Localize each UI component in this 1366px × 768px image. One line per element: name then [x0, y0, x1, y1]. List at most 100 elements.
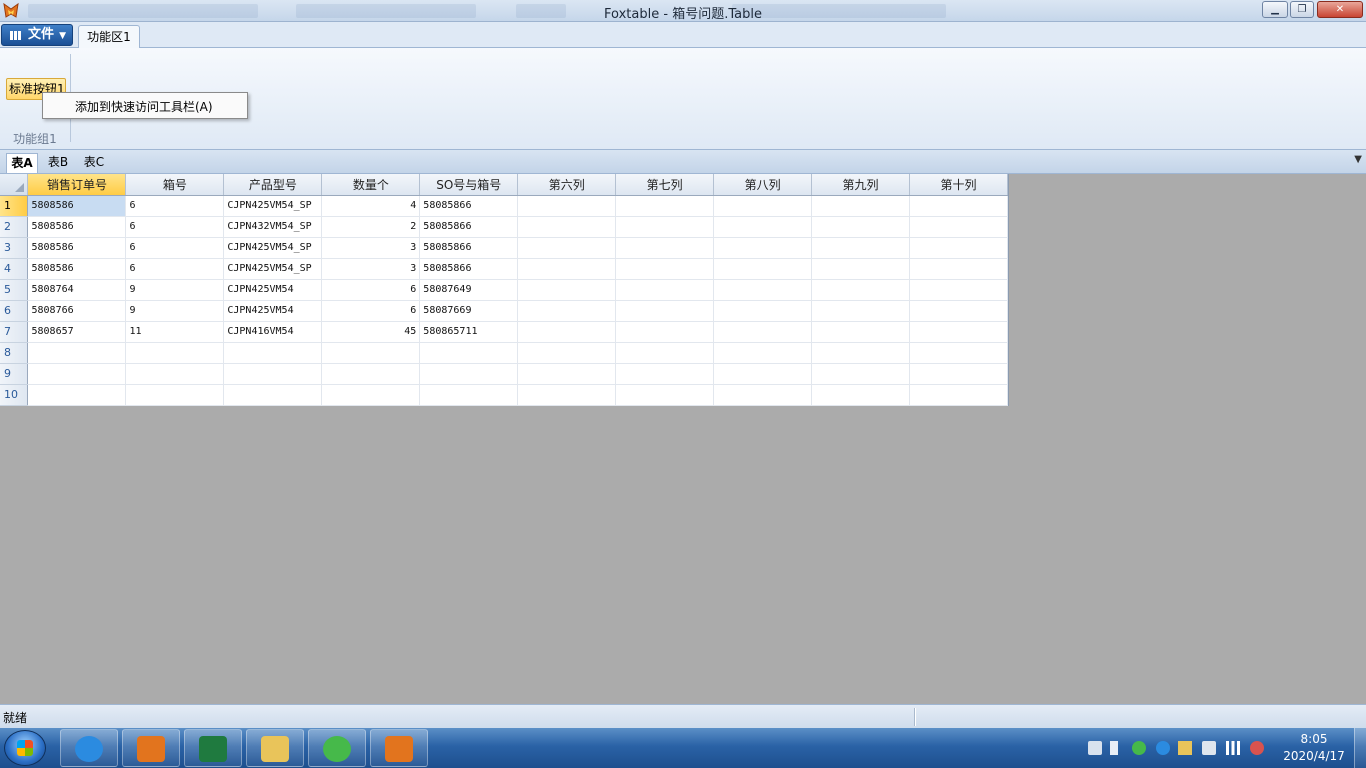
- table-cell[interactable]: [321, 342, 421, 364]
- table-cell[interactable]: [615, 195, 715, 217]
- row-number[interactable]: 10: [0, 384, 29, 406]
- table-cell[interactable]: 5808586: [27, 258, 127, 280]
- table-cell[interactable]: [517, 237, 617, 259]
- row-number[interactable]: 9: [0, 363, 29, 385]
- table-cell[interactable]: [615, 279, 715, 301]
- ribbon-tab-1[interactable]: 功能区1: [78, 25, 140, 49]
- table-cell[interactable]: 6: [321, 279, 421, 301]
- table-cell[interactable]: 580865711: [419, 321, 519, 343]
- table-cell[interactable]: [811, 237, 911, 259]
- table-cell[interactable]: CJPN425VM54: [223, 300, 323, 322]
- table-cell[interactable]: [615, 363, 715, 385]
- table-cell[interactable]: CJPN425VM54_SP: [223, 195, 323, 217]
- table-cell[interactable]: 2: [321, 216, 421, 238]
- minimize-button[interactable]: ▁: [1262, 1, 1288, 18]
- table-cell[interactable]: [125, 363, 225, 385]
- table-cell[interactable]: [517, 258, 617, 280]
- table-cell[interactable]: 5808764: [27, 279, 127, 301]
- table-cell[interactable]: [811, 279, 911, 301]
- table-cell[interactable]: [27, 363, 127, 385]
- taskbar-app-button[interactable]: [122, 729, 180, 767]
- table-cell[interactable]: 6: [321, 300, 421, 322]
- column-header[interactable]: 第七列: [615, 174, 715, 196]
- table-cell[interactable]: [615, 258, 715, 280]
- table-cell[interactable]: [517, 195, 617, 217]
- row-number[interactable]: 5: [0, 279, 29, 301]
- table-cell[interactable]: [517, 216, 617, 238]
- table-cell[interactable]: [615, 321, 715, 343]
- table-cell[interactable]: [517, 384, 617, 406]
- sheet-tab-a[interactable]: 表A: [6, 153, 38, 173]
- table-cell[interactable]: CJPN416VM54: [223, 321, 323, 343]
- table-cell[interactable]: [909, 321, 1008, 343]
- row-number[interactable]: 6: [0, 300, 29, 322]
- maximize-button[interactable]: ❐: [1290, 1, 1314, 18]
- column-header[interactable]: 第十列: [909, 174, 1008, 196]
- table-cell[interactable]: 58087669: [419, 300, 519, 322]
- table-cell[interactable]: [615, 384, 715, 406]
- table-cell[interactable]: [223, 363, 323, 385]
- table-cell[interactable]: [909, 342, 1008, 364]
- table-cell[interactable]: [811, 195, 911, 217]
- column-header[interactable]: 第八列: [713, 174, 813, 196]
- table-cell[interactable]: [909, 195, 1008, 217]
- network-signal-icon[interactable]: [1226, 741, 1240, 755]
- table-cell[interactable]: [419, 342, 519, 364]
- table-cell[interactable]: 3: [321, 258, 421, 280]
- sheet-list-dropdown-icon[interactable]: ▼: [1354, 154, 1362, 165]
- table-cell[interactable]: 58085866: [419, 258, 519, 280]
- table-cell[interactable]: 5808586: [27, 216, 127, 238]
- table-cell[interactable]: [615, 237, 715, 259]
- table-cell[interactable]: [713, 195, 813, 217]
- table-cell[interactable]: [909, 279, 1008, 301]
- table-cell[interactable]: [909, 237, 1008, 259]
- row-number[interactable]: 1: [0, 195, 29, 217]
- table-cell[interactable]: [713, 363, 813, 385]
- tray-expand-icon[interactable]: [1110, 741, 1118, 755]
- table-cell[interactable]: 4: [321, 195, 421, 217]
- row-number[interactable]: 3: [0, 237, 29, 259]
- table-cell[interactable]: [811, 216, 911, 238]
- table-cell[interactable]: 58085866: [419, 216, 519, 238]
- context-menu-add-to-quick-access[interactable]: 添加到快速访问工具栏(A): [42, 92, 248, 119]
- table-cell[interactable]: [811, 258, 911, 280]
- column-header[interactable]: 数量个: [321, 174, 421, 196]
- table-cell[interactable]: 6: [125, 195, 225, 217]
- table-cell[interactable]: [125, 384, 225, 406]
- table-cell[interactable]: 11: [125, 321, 225, 343]
- security-tray-icon[interactable]: [1178, 741, 1192, 755]
- column-header[interactable]: 第九列: [811, 174, 911, 196]
- wechat-tray-icon[interactable]: [1132, 741, 1146, 755]
- table-cell[interactable]: [811, 342, 911, 364]
- select-all-corner[interactable]: [0, 174, 29, 196]
- start-button[interactable]: [4, 730, 46, 766]
- table-cell[interactable]: [909, 384, 1008, 406]
- table-cell[interactable]: [909, 216, 1008, 238]
- table-cell[interactable]: [517, 300, 617, 322]
- table-cell[interactable]: [713, 384, 813, 406]
- usb-device-icon[interactable]: [1202, 741, 1216, 755]
- table-cell[interactable]: 45: [321, 321, 421, 343]
- show-desktop-button[interactable]: [1354, 728, 1366, 768]
- table-cell[interactable]: [713, 279, 813, 301]
- table-cell[interactable]: [517, 321, 617, 343]
- sheet-tab-c[interactable]: 表C: [78, 153, 110, 173]
- column-header[interactable]: 产品型号: [223, 174, 323, 196]
- clock-time[interactable]: 8:05: [1292, 732, 1336, 746]
- table-cell[interactable]: [811, 384, 911, 406]
- column-header[interactable]: 箱号: [125, 174, 225, 196]
- table-cell[interactable]: [909, 363, 1008, 385]
- row-number[interactable]: 8: [0, 342, 29, 364]
- table-cell[interactable]: [615, 342, 715, 364]
- table-cell[interactable]: [223, 384, 323, 406]
- table-cell[interactable]: [517, 279, 617, 301]
- table-cell[interactable]: [223, 342, 323, 364]
- taskbar-app-button[interactable]: [246, 729, 304, 767]
- table-cell[interactable]: 58085866: [419, 195, 519, 217]
- taskbar-app-button[interactable]: [60, 729, 118, 767]
- table-cell[interactable]: [517, 363, 617, 385]
- table-cell[interactable]: [419, 363, 519, 385]
- column-header[interactable]: SO号与箱号: [419, 174, 519, 196]
- clock-date[interactable]: 2020/4/17: [1278, 749, 1350, 763]
- table-cell[interactable]: 5808766: [27, 300, 127, 322]
